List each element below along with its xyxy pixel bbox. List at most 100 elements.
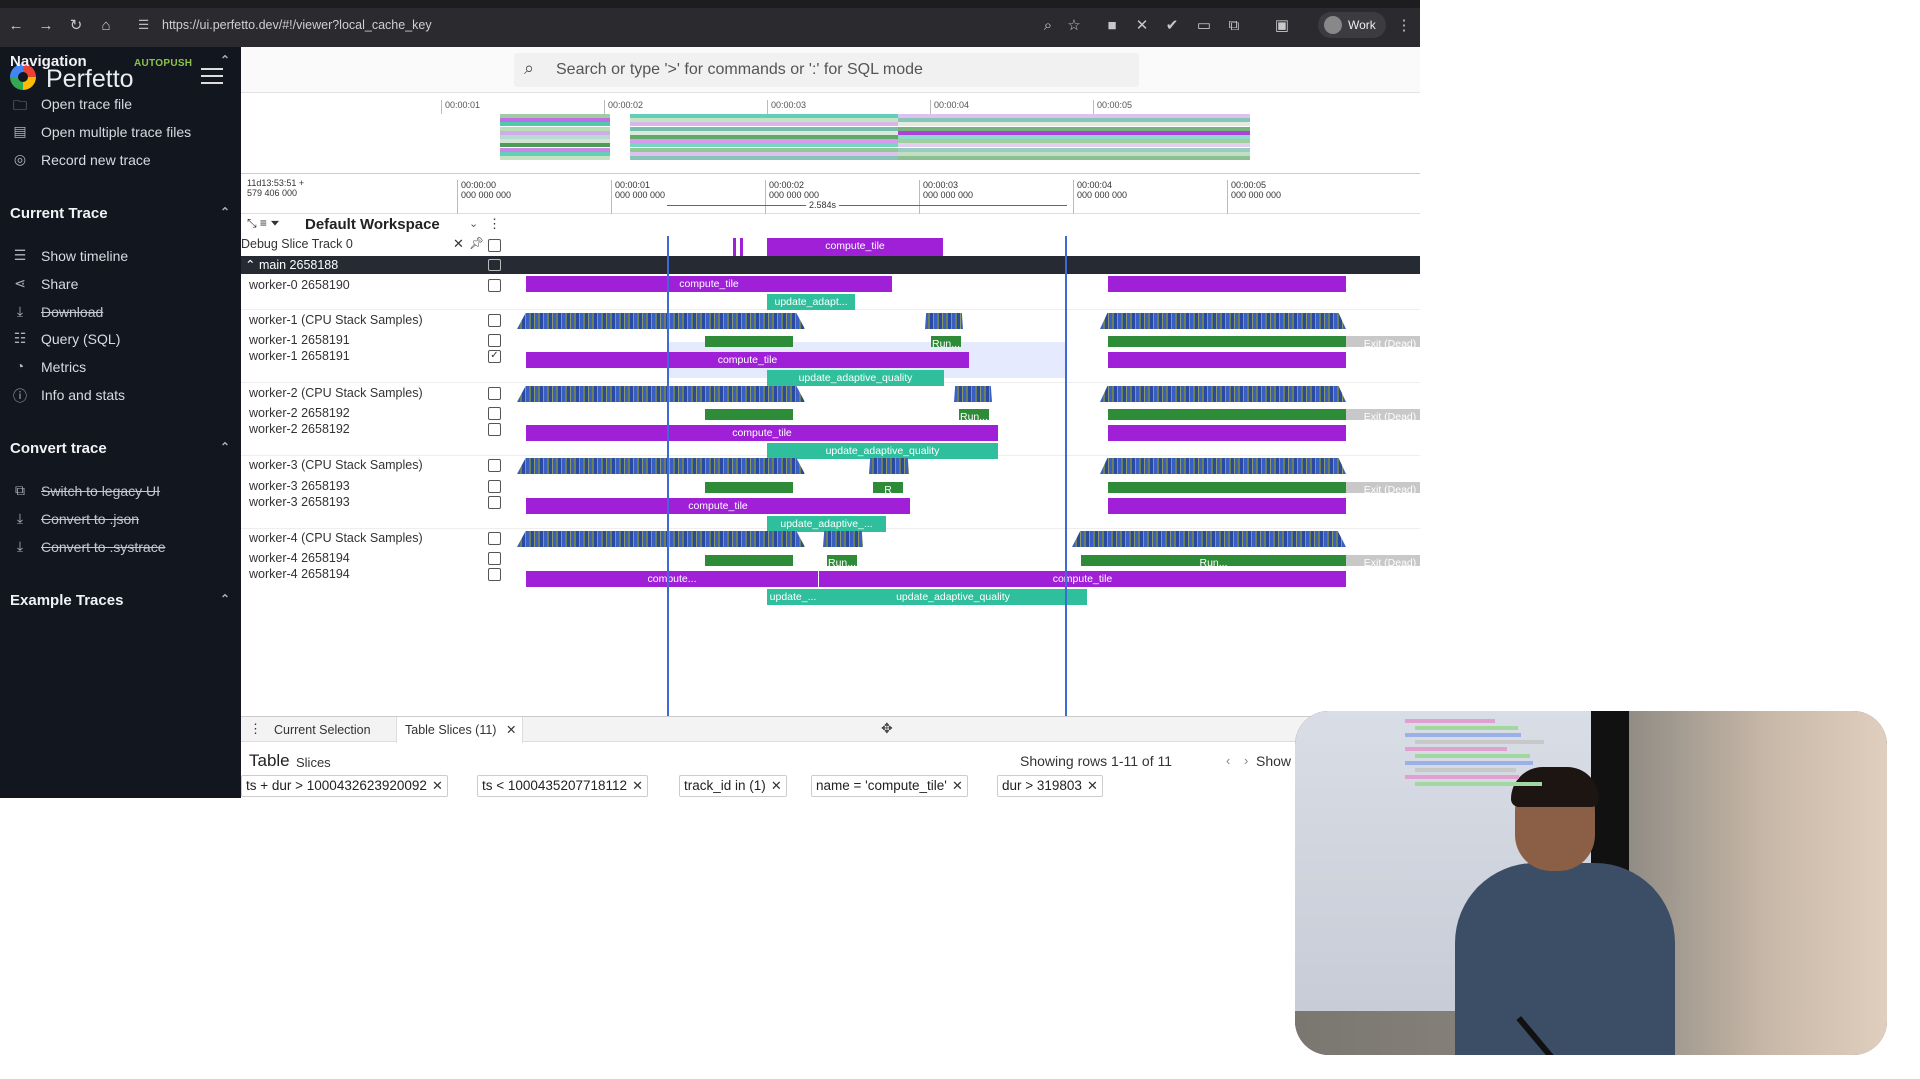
sidebar-item-download[interactable]: ⤓ Download [10, 301, 235, 325]
slice-compute-tile[interactable]: compute_tile [526, 352, 969, 368]
track-checkbox[interactable] [488, 532, 501, 545]
extensions-puzzle-icon[interactable]: ⧉ [1222, 14, 1246, 38]
workspace-kebab-icon[interactable]: ⋮ [488, 216, 501, 232]
track-canvas[interactable]: compute_tile compute_tile update_adapt... R… [511, 236, 1420, 716]
slice-compute-tile[interactable]: compute_tile [767, 238, 943, 256]
address-bar[interactable]: ☰ https://ui.perfetto.dev/#!/viewer?local… [138, 11, 1038, 40]
thread-state-running[interactable] [1108, 409, 1346, 420]
sidebar-item-open-trace-file[interactable]: 🗀︎ Open trace file [10, 93, 235, 117]
sidebar-item-query-sql[interactable]: ☷ Query (SQL) [10, 328, 235, 352]
extension-check-icon[interactable]: ✔ [1160, 14, 1184, 38]
filter-chip[interactable]: ts + dur > 1000432623920092 ✕ [241, 775, 448, 797]
omnibox[interactable]: ⌕ [514, 53, 1139, 87]
reload-icon[interactable]: ↻ [64, 14, 88, 38]
overview-timeline[interactable]: 00:00:01 00:00:02 00:00:03 00:00:04 00:00:05 [241, 94, 1420, 174]
back-icon[interactable]: ← [4, 14, 28, 38]
cpu-samples-band[interactable] [517, 458, 805, 474]
thread-state-running[interactable]: Run... [959, 409, 989, 420]
close-tab-icon[interactable]: ✕ [506, 717, 516, 743]
slice-compute-tile[interactable] [1108, 425, 1346, 441]
workspace-name[interactable]: Default Workspace [305, 216, 440, 233]
track-checkbox[interactable] [488, 496, 501, 509]
chevron-up-icon[interactable]: ⌃ [220, 440, 230, 454]
thread-state-running[interactable] [705, 482, 793, 493]
track-checkbox[interactable] [488, 568, 501, 581]
track-checkbox[interactable] [488, 480, 501, 493]
cpu-samples-band[interactable] [1100, 313, 1346, 329]
remove-filter-icon[interactable]: ✕ [632, 776, 643, 796]
filter-chip[interactable]: dur > 319803 ✕ [997, 775, 1103, 797]
thread-state-running[interactable]: R [873, 482, 903, 493]
track-checkbox[interactable] [488, 552, 501, 565]
chevron-up-icon[interactable]: ⌃ [220, 205, 230, 219]
sidebar-section-2[interactable]: Convert trace ⌃ [10, 440, 230, 464]
chevron-down-icon[interactable]: ⌄ [469, 217, 478, 230]
slice-marker[interactable] [733, 238, 736, 256]
prev-page-icon[interactable]: ‹ [1226, 753, 1230, 768]
thread-state-running[interactable]: Run... [827, 555, 857, 566]
slice-update-adaptive-quality[interactable]: update_adapt... [767, 294, 855, 310]
slice-update-adaptive-quality[interactable]: update_adaptive_quality [767, 370, 944, 386]
sidebar-item-share[interactable]: ⋖ Share [10, 273, 235, 297]
slice-compute-tile[interactable]: compute_tile [526, 498, 910, 514]
track-checkbox[interactable] [488, 407, 501, 420]
search-input[interactable] [556, 57, 1126, 83]
slice-update-adaptive-quality[interactable]: update_adaptive_... [767, 516, 886, 532]
thread-state-running[interactable] [705, 336, 793, 347]
thread-state-exit-dead[interactable]: Exit (Dead) [1346, 336, 1420, 347]
time-ruler[interactable]: 11d13:53:51 + 579 406 000 00:00:00 000 00… [241, 174, 1420, 214]
bookmark-star-icon[interactable]: ☆ [1062, 14, 1086, 38]
chevron-up-icon[interactable]: ⌃ [245, 258, 255, 272]
tab-current-selection[interactable]: Current Selection [266, 717, 379, 743]
track-checkbox[interactable] [488, 239, 501, 252]
slice-update-adaptive-quality[interactable]: update_... [767, 589, 819, 605]
cpu-samples-band[interactable] [1100, 458, 1346, 474]
slice-marker[interactable] [740, 238, 743, 256]
cpu-samples-band[interactable] [823, 531, 863, 547]
track-checkbox[interactable] [488, 334, 501, 347]
slice-compute-tile[interactable]: compute... [526, 571, 818, 587]
remove-filter-icon[interactable]: ✕ [432, 776, 443, 796]
pin-icon[interactable]: 📌︎ [469, 236, 484, 250]
track-checkbox[interactable] [488, 459, 501, 472]
cpu-samples-band[interactable] [517, 313, 805, 329]
drag-handle-icon[interactable]: ✥ [881, 720, 893, 737]
slice-compute-tile[interactable]: compute_tile [819, 571, 1346, 587]
collapse-group-icon[interactable] [488, 259, 501, 271]
track-checkbox[interactable]: ✓ [488, 350, 501, 363]
extension-shield-icon[interactable]: ■ [1100, 14, 1124, 38]
slice-update-adaptive-quality[interactable]: update_adaptive_quality [819, 589, 1087, 605]
sidebar-item-show-timeline[interactable]: ☰ Show timeline [10, 245, 235, 269]
thread-state-running[interactable] [1108, 336, 1346, 347]
sidebar-section-0[interactable]: Navigation ⌃ [10, 53, 230, 77]
browser-menu-icon[interactable]: ⋮ [1392, 14, 1416, 38]
thread-state-running[interactable] [705, 555, 793, 566]
forward-icon[interactable]: → [34, 14, 58, 38]
sidebar-item-open-multiple-trace-files[interactable]: ▤ Open multiple trace files [10, 121, 235, 145]
sidebar-item-switch-to-legacy-ui[interactable]: ⧉ Switch to legacy UI [10, 480, 235, 504]
sidebar-item-convert-to-systrace[interactable]: ⤓ Convert to .systrace [10, 536, 235, 560]
slice-compute-tile[interactable]: compute_tile [526, 276, 892, 292]
slice-compute-tile[interactable]: compute_tile [526, 425, 998, 441]
profile-button[interactable]: Work [1318, 12, 1386, 38]
next-page-icon[interactable]: › [1244, 753, 1248, 768]
tab-table-slices[interactable]: Table Slices (11) ✕ [396, 717, 524, 743]
panel-kebab-icon[interactable]: ⋮ [249, 721, 262, 737]
filter-chip[interactable]: name = 'compute_tile' ✕ [811, 775, 968, 797]
sidebar-section-3[interactable]: Example Traces ⌃ [10, 592, 230, 616]
cpu-samples-band[interactable] [1072, 531, 1346, 547]
chevron-up-icon[interactable]: ⌃ [220, 592, 230, 606]
close-icon[interactable]: ✕ [453, 236, 464, 252]
filter-chip[interactable]: ts < 1000435207718112 ✕ [477, 775, 649, 797]
filter-chip[interactable]: track_id in (1) ✕ [679, 775, 787, 797]
thread-state-exit-dead[interactable]: Exit (Dead) [1346, 409, 1420, 420]
cpu-samples-band[interactable] [954, 386, 992, 402]
slice-compute-tile[interactable] [1108, 352, 1346, 368]
site-settings-icon[interactable]: ☰ [138, 11, 152, 40]
zoom-icon[interactable]: ⌕ [1036, 14, 1060, 38]
sidebar-section-1[interactable]: Current Trace ⌃ [10, 205, 230, 229]
time-cursor-line[interactable] [667, 236, 669, 716]
side-panel-icon[interactable]: ▣ [1270, 14, 1294, 38]
cpu-samples-band[interactable] [925, 313, 963, 329]
cpu-samples-band[interactable] [517, 386, 805, 402]
